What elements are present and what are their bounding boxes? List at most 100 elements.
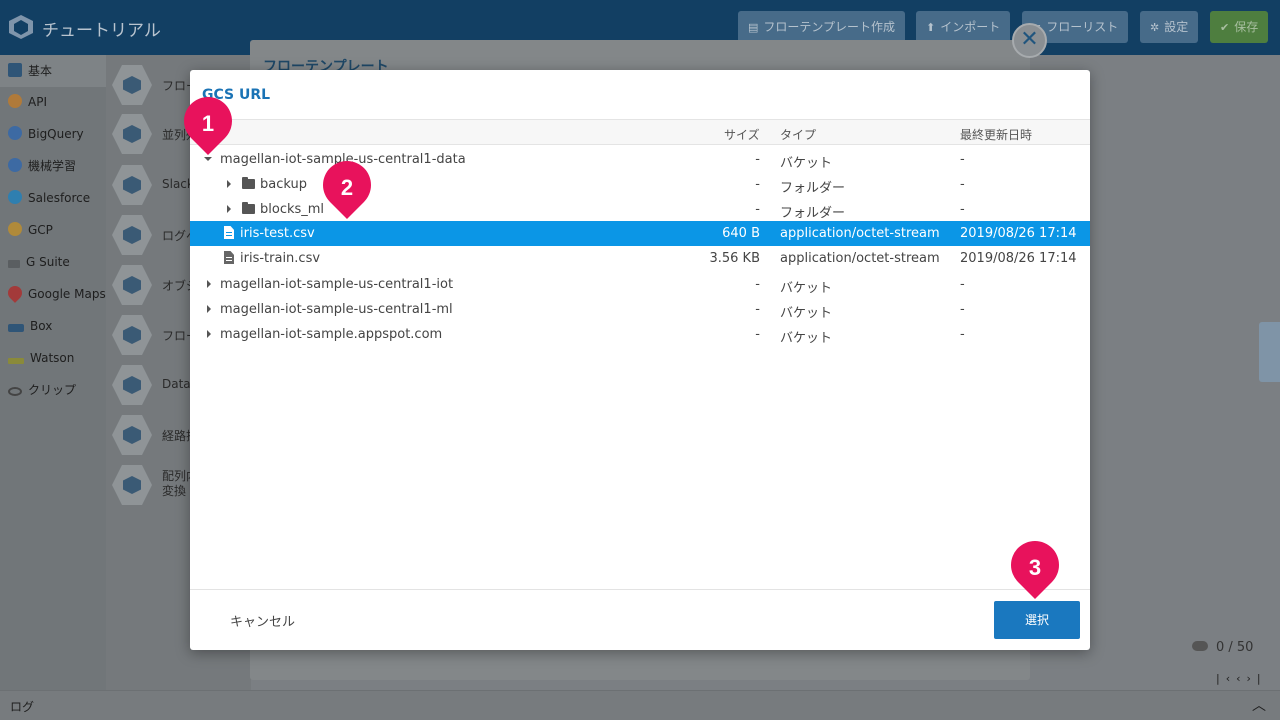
sidebar-item-basic[interactable]: 基本 [0, 55, 106, 87]
row-size: 640 B [722, 226, 760, 241]
callout-number: 1 [201, 111, 215, 136]
collapse-caret-icon[interactable] [227, 180, 231, 188]
template-create-label: フローテンプレート作成 [763, 20, 896, 34]
folder-icon [242, 202, 255, 214]
settings-label: 設定 [1164, 20, 1189, 34]
row-type: application/octet-stream [780, 251, 940, 266]
row-size: - [755, 302, 760, 317]
collapse-caret-icon[interactable] [207, 305, 211, 313]
row-type: バケット [780, 331, 833, 346]
row-size: - [755, 152, 760, 167]
row-type: フォルダー [780, 181, 846, 196]
sidebar-item-clip[interactable]: クリップ [0, 374, 106, 406]
gear-icon: ✲ [1150, 21, 1160, 34]
sidebar-item-api[interactable]: API [0, 86, 106, 118]
collapse-caret-icon[interactable] [207, 280, 211, 288]
template-create-button[interactable]: ▤ フローテンプレート作成 [738, 11, 906, 43]
row-modified: - [960, 202, 965, 217]
sidebar-item-label: クリップ [28, 383, 77, 397]
save-button[interactable]: ✔ 保存 [1210, 11, 1269, 43]
sidebar-item-label: BigQuery [28, 127, 84, 141]
counter-value: 0 / 50 [1216, 640, 1254, 655]
machine-learning-icon [8, 158, 22, 172]
gcp-icon [8, 222, 22, 236]
collapse-caret-icon[interactable] [227, 205, 231, 213]
basic-icon [8, 63, 22, 77]
row-name: magellan-iot-sample-us-central1-ml [220, 302, 453, 317]
block-icon [112, 415, 152, 455]
block-icon [112, 315, 152, 355]
settings-button[interactable]: ✲ 設定 [1140, 11, 1199, 43]
block-icon [112, 215, 152, 255]
log-bar[interactable]: ログ ︿ [0, 690, 1280, 720]
row-name: magellan-iot-sample.appspot.com [220, 327, 443, 342]
import-button[interactable]: ⬆ インポート [916, 11, 1011, 43]
column-header-type: タイプ [780, 128, 817, 142]
pager-controls[interactable]: |‹‹›| [1216, 672, 1267, 685]
row-modified: - [960, 302, 965, 317]
box-icon [8, 324, 24, 332]
row-modified: - [960, 152, 965, 167]
category-sidebar: 基本 API BigQuery 機械学習 Salesforce GCP G Su… [0, 55, 106, 690]
cancel-button[interactable]: キャンセル [230, 611, 295, 630]
row-type: application/octet-stream [780, 226, 940, 241]
sidebar-item-label: 機械学習 [28, 159, 77, 173]
block-icon [112, 65, 152, 105]
clip-icon [8, 387, 22, 396]
bigquery-icon [8, 126, 22, 140]
row-modified: 2019/08/26 17:14 [960, 226, 1077, 241]
sidebar-item-google-maps[interactable]: Google Maps [0, 278, 106, 310]
folder-icon [242, 177, 255, 189]
collapse-caret-icon[interactable] [207, 330, 211, 338]
table-row[interactable]: magellan-iot-sample-us-central1-iot - バケ… [190, 272, 1090, 297]
close-icon[interactable]: ✕ [1012, 23, 1047, 58]
sidebar-item-box[interactable]: Box [0, 310, 106, 342]
file-icon [224, 251, 234, 264]
import-label: インポート [940, 20, 1001, 34]
block-icon [112, 465, 152, 505]
column-header-modified: 最終更新日時 [960, 128, 1033, 142]
row-size: - [755, 277, 760, 292]
flow-list-label: フローリスト [1046, 20, 1119, 34]
sidebar-item-gcp[interactable]: GCP [0, 214, 106, 246]
row-type: バケット [780, 281, 833, 296]
sidebar-item-salesforce[interactable]: Salesforce [0, 182, 106, 214]
row-name: iris-train.csv [240, 251, 321, 266]
app-title: チュートリアル [42, 21, 161, 41]
table-row[interactable]: magellan-iot-sample-us-central1-ml - バケッ… [190, 297, 1090, 322]
google-maps-icon [5, 283, 25, 303]
sidebar-item-label: 基本 [28, 64, 53, 78]
row-modified: - [960, 327, 965, 342]
sidebar-item-gsuite[interactable]: G Suite [0, 246, 106, 278]
table-row-selected[interactable]: iris-test.csv 640 B application/octet-st… [190, 221, 1090, 246]
api-icon [8, 94, 22, 108]
table-row[interactable]: magellan-iot-sample.appspot.com - バケット - [190, 322, 1090, 347]
watson-icon [8, 358, 24, 364]
row-type: バケット [780, 156, 833, 171]
row-modified: - [960, 277, 965, 292]
file-icon [224, 226, 234, 239]
block-counter: 0 / 50 [1192, 640, 1253, 655]
right-panel-toggle[interactable] [1259, 322, 1280, 382]
app-logo-icon [9, 15, 33, 39]
row-type: フォルダー [780, 206, 846, 221]
row-modified: 2019/08/26 17:14 [960, 251, 1077, 266]
sidebar-item-label: Salesforce [28, 191, 91, 205]
sidebar-item-bigquery[interactable]: BigQuery [0, 118, 106, 150]
sidebar-item-label: G Suite [26, 255, 70, 269]
select-button[interactable]: 選択 [994, 601, 1080, 639]
sidebar-item-watson[interactable]: Watson [0, 342, 106, 374]
sidebar-item-machine-learning[interactable]: 機械学習 [0, 150, 106, 182]
table-row[interactable]: iris-train.csv 3.56 KB application/octet… [190, 246, 1090, 271]
sidebar-item-label: API [28, 95, 47, 109]
row-name: backup [260, 177, 307, 192]
footer-divider [190, 589, 1090, 590]
sidebar-item-label: Watson [30, 351, 75, 365]
sidebar-item-label: Box [30, 319, 53, 333]
gcs-url-dialog: GCS URL サイズ タイプ 最終更新日時 magellan-iot-samp… [190, 70, 1090, 650]
save-label: 保存 [1234, 20, 1259, 34]
expand-caret-icon[interactable] [204, 157, 212, 161]
block-icon [112, 114, 152, 154]
block-icon [112, 365, 152, 405]
chevron-up-icon[interactable]: ︿ [1252, 695, 1266, 715]
